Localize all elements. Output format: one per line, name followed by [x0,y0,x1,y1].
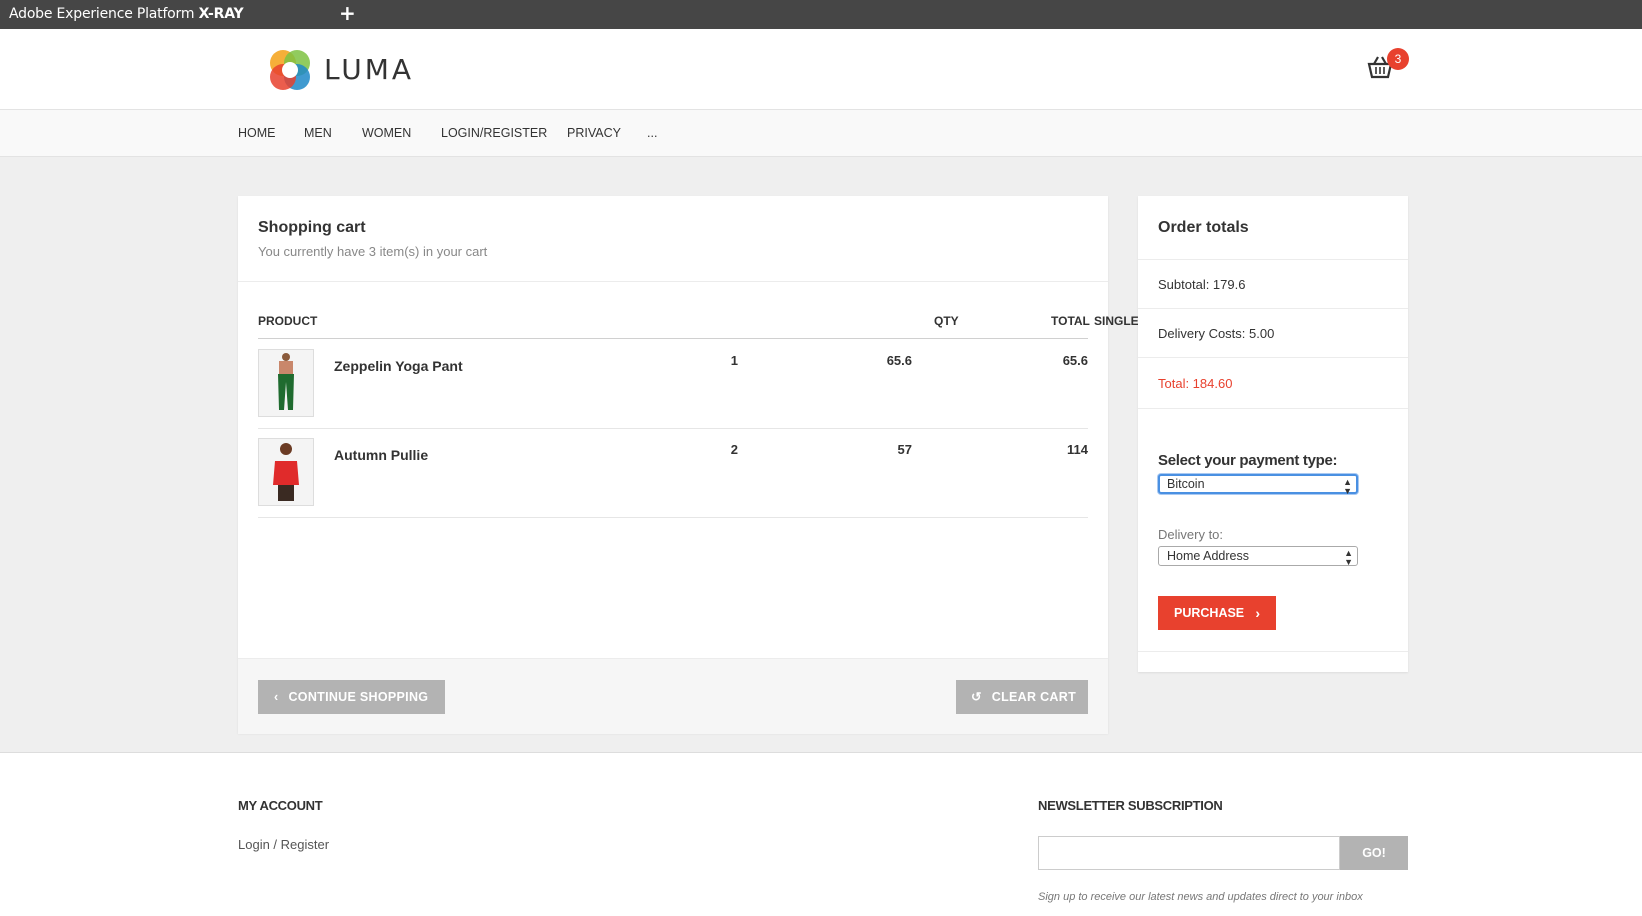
chevron-left-icon: ‹ [274,690,279,704]
luma-logo-icon[interactable] [267,47,313,93]
qty-value: 1 [730,353,738,368]
delivery-to-value: Home Address [1167,549,1249,563]
product-thumbnail[interactable] [258,349,314,417]
divider [1138,408,1408,409]
column-header-total: TOTAL [1051,314,1090,328]
site-header: LUMA 3 [0,29,1642,110]
continue-shopping-button[interactable]: ‹ CONTINUE SHOPPING [258,680,445,714]
brand-name[interactable]: LUMA [324,53,414,86]
refresh-icon: ↺ [971,690,982,704]
single-price: 57 [897,442,912,457]
payment-type-select[interactable]: Bitcoin ▲ ▼ [1158,474,1358,496]
total-text: Total: 184.60 [1158,376,1233,391]
newsletter-note: Sign up to receive our latest news and u… [1038,891,1363,903]
shopping-cart-panel: Shopping cart You currently have 3 item(… [238,196,1139,734]
product-thumbnail[interactable] [258,438,314,506]
delivery-to-label: Delivery to: [1158,527,1224,542]
site-footer: MY ACCOUNT Login / Register NEWSLETTER S… [0,752,1642,916]
column-header-product: PRODUCT [258,314,318,328]
select-arrows-icon: ▲ ▼ [1344,548,1353,567]
xray-title-bold: X-RAY [198,6,244,22]
payment-type-label: Select your payment type: [1158,452,1338,469]
xray-title-prefix: Adobe Experience Platform [9,6,195,22]
clear-cart-label: CLEAR CART [991,690,1077,704]
divider [1138,308,1408,309]
nav-item-more[interactable]: ... [647,126,657,140]
order-totals-title: Order totals [1158,219,1249,236]
add-icon[interactable]: + [339,0,356,26]
main-nav: HOME MEN WOMEN LOGIN/REGISTER PRIVACY ..… [0,110,1642,157]
qty-value: 2 [730,442,738,457]
cart-actions: ‹ CONTINUE SHOPPING ↺ CLEAR CART [238,658,1108,734]
single-price: 65.6 [886,353,912,368]
newsletter-heading: NEWSLETTER SUBSCRIPTION [1038,798,1223,813]
delivery-to-select[interactable]: Home Address ▲ ▼ [1158,546,1358,567]
clear-cart-button[interactable]: ↺ CLEAR CART [956,680,1088,714]
login-register-link[interactable]: Login / Register [238,837,329,852]
purchase-label: PURCHASE [1174,606,1245,620]
cart-title: Shopping cart [258,219,366,236]
nav-item-home[interactable]: HOME [238,126,276,140]
continue-shopping-label: CONTINUE SHOPPING [288,690,429,704]
xray-title: Adobe Experience Platform X-RAY [9,6,244,22]
table-row: Autumn Pullie 2 57 114 [258,428,1088,518]
divider [1138,357,1408,358]
nav-item-women[interactable]: WOMEN [362,126,411,140]
cart-count-badge: 3 [1387,48,1409,70]
purchase-button[interactable]: PURCHASE › [1158,596,1276,630]
chevron-right-icon: › [1255,605,1260,621]
subtotal-text: Subtotal: 179.6 [1158,277,1246,292]
delivery-costs-text: Delivery Costs: 5.00 [1158,326,1275,341]
divider [1138,651,1408,652]
column-header-single: SINGLE [1094,314,1139,328]
newsletter-go-button[interactable]: GO! [1340,836,1408,870]
nav-item-privacy[interactable]: PRIVACY [567,126,621,140]
cart-subtitle: You currently have 3 item(s) in your car… [258,244,488,259]
select-arrows-icon: ▲ ▼ [1343,477,1352,496]
xray-bar: Adobe Experience Platform X-RAY + [0,0,1642,29]
divider [1138,259,1408,260]
product-name[interactable]: Autumn Pullie [334,447,428,463]
total-price: 114 [1067,442,1088,457]
newsletter-email-input[interactable] [1038,836,1340,870]
divider [238,281,1108,282]
nav-item-men[interactable]: MEN [304,126,332,140]
product-name[interactable]: Zeppelin Yoga Pant [334,358,463,374]
order-totals-panel: Order totals Subtotal: 179.6 Delivery Co… [1138,196,1408,672]
my-account-heading: MY ACCOUNT [238,798,323,813]
payment-type-value: Bitcoin [1167,477,1205,491]
nav-item-login-register[interactable]: LOGIN/REGISTER [441,126,547,140]
total-price: 65.6 [1062,353,1088,368]
table-row: Zeppelin Yoga Pant 1 65.6 65.6 [258,339,1088,429]
column-header-qty: QTY [934,314,959,328]
